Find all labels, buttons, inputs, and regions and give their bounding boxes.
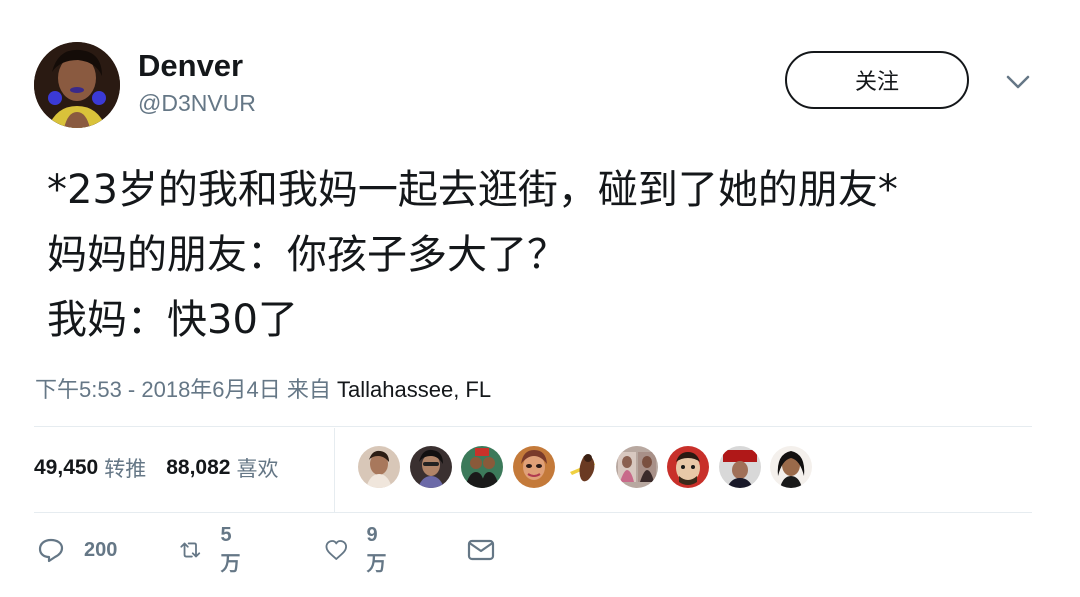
author-avatar[interactable] <box>34 42 120 128</box>
retweet-button[interactable]: 5万 <box>178 524 246 575</box>
envelope-icon <box>467 539 495 561</box>
reply-count: 200 <box>84 538 118 561</box>
reply-icon <box>38 538 64 563</box>
liker-avatar[interactable] <box>564 446 606 488</box>
liker-avatar[interactable] <box>512 446 555 488</box>
liker-avatar[interactable] <box>770 446 812 488</box>
retweet-count: 5万 <box>220 524 241 575</box>
likes-count[interactable]: 88,082 <box>166 456 230 480</box>
liker-avatar[interactable] <box>409 446 452 488</box>
avatar-image <box>34 42 120 128</box>
liker-avatar[interactable] <box>718 446 761 488</box>
timestamp-time[interactable]: 下午5:53 - 2018年6月4日 来自 <box>35 377 337 402</box>
retweets-label[interactable]: 转推 <box>104 453 146 483</box>
divider <box>34 426 1032 427</box>
timestamp-location[interactable]: Tallahassee, FL <box>337 377 491 402</box>
reply-button[interactable]: 200 <box>36 532 117 568</box>
tweet-text: *23岁的我和我妈一起去逛街，碰到了她的朋友* 妈妈的朋友：你孩子多大了？ 我妈… <box>47 158 1047 353</box>
stats-separator <box>334 428 335 512</box>
like-button[interactable]: 9万 <box>324 524 392 575</box>
tweet-line: *23岁的我和我妈一起去逛街，碰到了她的朋友* <box>47 167 898 213</box>
liker-avatars <box>358 446 822 488</box>
divider <box>34 512 1032 513</box>
retweet-icon <box>180 542 201 558</box>
likes-label[interactable]: 喜欢 <box>236 453 278 483</box>
liker-avatar[interactable] <box>667 446 709 488</box>
tweet-stats: 49,450 转推 88,082 喜欢 <box>34 448 298 488</box>
liker-avatar[interactable] <box>358 446 400 488</box>
message-button[interactable] <box>466 532 496 568</box>
follow-button[interactable]: 关注 <box>785 51 969 109</box>
liker-avatar[interactable] <box>615 446 658 488</box>
tweet-timestamp[interactable]: 下午5:53 - 2018年6月4日 来自 Tallahassee, FL <box>35 372 491 404</box>
chevron-down-icon[interactable] <box>1004 70 1032 94</box>
author-name[interactable]: Denver <box>138 48 243 84</box>
retweets-count[interactable]: 49,450 <box>34 456 98 480</box>
like-count: 9万 <box>366 524 387 575</box>
heart-icon <box>325 540 347 560</box>
liker-avatar[interactable] <box>461 446 503 488</box>
tweet-line: 妈妈的朋友：你孩子多大了？ <box>47 232 567 278</box>
author-handle[interactable]: @D3NVUR <box>138 90 256 117</box>
tweet-line: 我妈：快30了 <box>47 297 298 343</box>
